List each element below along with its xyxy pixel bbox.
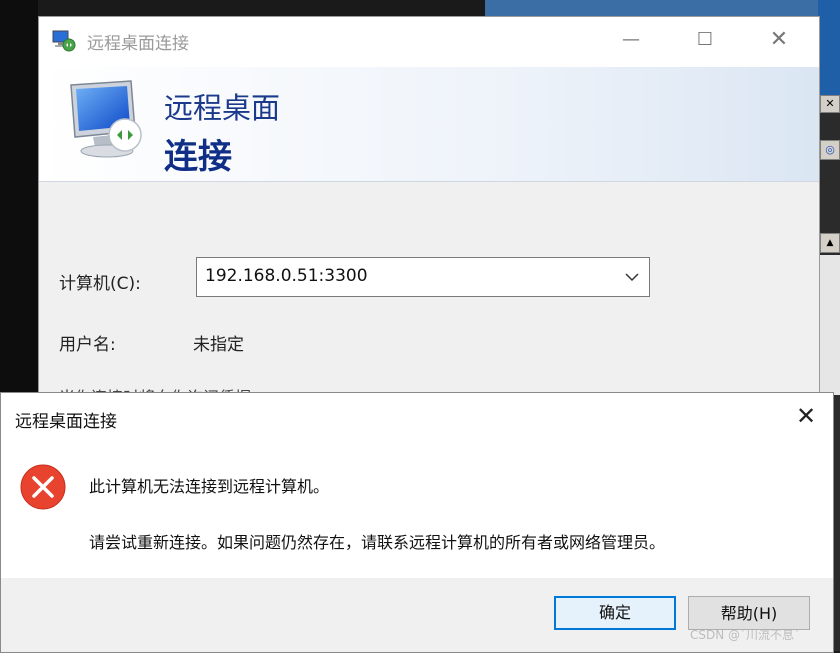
- minimize-icon[interactable]: —: [611, 25, 651, 55]
- help-button[interactable]: 帮助(H): [688, 596, 810, 630]
- rdp-window-title: 远程桌面连接: [87, 34, 189, 54]
- rdp-window: 远程桌面连接 — ☐ ✕ 远程桌面 连接 计算机(C): 192.168.0.5…: [38, 16, 820, 418]
- watermark: CSDN @`川流不息`: [690, 628, 801, 642]
- rdp-banner: 远程桌面 连接: [39, 67, 819, 182]
- banner-title-line2: 连接: [164, 137, 232, 177]
- username-label: 用户名:: [59, 335, 116, 355]
- background-close-icon: ✕: [820, 95, 840, 113]
- error-dialog: 远程桌面连接 ✕ 此计算机无法连接到远程计算机。 请尝试重新连接。如果问题仍然存…: [0, 392, 834, 653]
- error-dialog-title: 远程桌面连接: [15, 412, 117, 432]
- rdp-app-icon: [52, 30, 76, 52]
- username-value: 未指定: [193, 335, 244, 355]
- error-icon: [20, 464, 66, 510]
- rdp-titlebar: 远程桌面连接 — ☐ ✕: [39, 17, 819, 67]
- dialog-close-icon[interactable]: ✕: [788, 399, 824, 435]
- close-icon[interactable]: ✕: [759, 25, 799, 55]
- background-window-titlebar: [818, 0, 840, 100]
- chevron-down-icon[interactable]: [615, 258, 649, 296]
- maximize-icon[interactable]: ☐: [685, 25, 725, 55]
- background-window-body: [818, 255, 840, 395]
- computer-label: 计算机(C):: [59, 274, 141, 294]
- computer-combobox[interactable]: 192.168.0.51:3300: [196, 257, 650, 297]
- ok-button[interactable]: 确定: [554, 596, 676, 630]
- error-message-secondary: 请尝试重新连接。如果问题仍然存在，请联系远程计算机的所有者或网络管理员。: [89, 533, 666, 552]
- computer-value[interactable]: 192.168.0.51:3300: [205, 266, 368, 286]
- error-message-primary: 此计算机无法连接到远程计算机。: [89, 477, 330, 496]
- scroll-up-icon: ▲: [820, 233, 840, 253]
- background-button-icon: ◎: [820, 140, 840, 160]
- banner-title-line1: 远程桌面: [164, 91, 281, 125]
- monitor-icon: [70, 80, 142, 158]
